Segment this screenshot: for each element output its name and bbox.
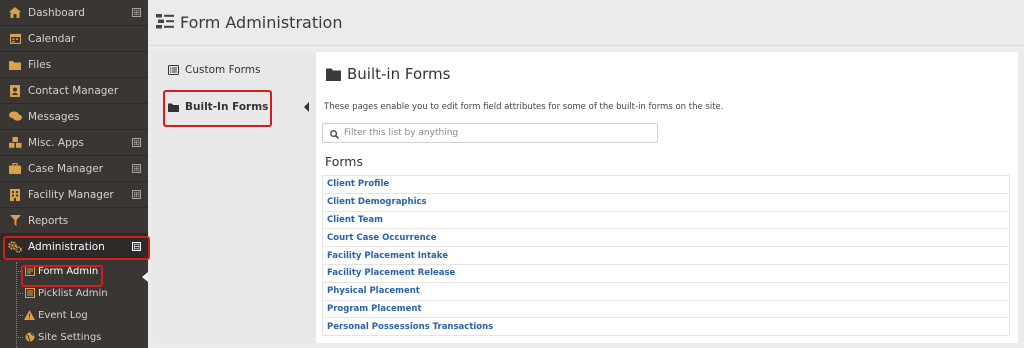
section-title: Built-in Forms <box>326 65 450 83</box>
home-icon <box>8 6 22 20</box>
forms-heading: Forms <box>325 154 364 169</box>
list-item: Program Placement <box>322 300 1010 319</box>
sidebar-subitem-label: Event Log <box>38 309 88 321</box>
form-link-program-placement[interactable]: Program Placement <box>327 304 422 314</box>
page-header: Form Administration <box>148 0 1024 46</box>
page-title: Form Administration <box>180 13 343 32</box>
cubes-icon <box>8 136 22 150</box>
expand-icon[interactable]: ⊞ <box>132 190 141 199</box>
sidebar-subitem-event-log[interactable]: Event Log <box>0 304 148 326</box>
form-link-client-team[interactable]: Client Team <box>327 215 383 225</box>
vertical-tabs: Custom Forms Built-In Forms <box>153 52 316 343</box>
sidebar-item-case-manager[interactable]: Case Manager ⊞ <box>0 156 148 182</box>
folder-icon <box>8 58 22 72</box>
sidebar-subitem-label: Picklist Admin <box>38 287 108 299</box>
sidebar-item-label: Files <box>28 58 52 71</box>
sidebar-subitem-site-settings[interactable]: Site Settings <box>0 326 148 348</box>
sidebar-item-messages[interactable]: Messages <box>0 104 148 130</box>
comments-icon <box>8 110 22 124</box>
list-item: Facility Placement Intake <box>322 247 1010 265</box>
calendar-icon <box>8 32 22 46</box>
highlight-box <box>163 90 272 127</box>
form-link-client-demographics[interactable]: Client Demographics <box>327 197 427 207</box>
building-icon <box>8 188 22 202</box>
form-link-client-profile[interactable]: Client Profile <box>327 179 389 189</box>
tab-label: Custom Forms <box>185 64 261 76</box>
warning-icon <box>24 310 35 321</box>
sidebar-subitem-label: Site Settings <box>38 331 102 343</box>
globe-icon <box>24 332 35 343</box>
sidebar-item-contact-manager[interactable]: Contact Manager <box>0 78 148 104</box>
sidebar-item-label: Contact Manager <box>28 84 119 97</box>
highlight-box <box>21 265 103 287</box>
expand-icon[interactable]: ⊞ <box>132 164 141 173</box>
form-link-facility-placement-release[interactable]: Facility Placement Release <box>327 268 455 278</box>
tab-custom-forms[interactable]: Custom Forms <box>153 52 316 88</box>
address-book-icon <box>8 84 22 98</box>
expand-icon[interactable]: ⊞ <box>132 138 141 147</box>
folder-icon <box>326 67 341 81</box>
section-title-text: Built-in Forms <box>347 65 451 83</box>
filter-icon <box>8 214 22 228</box>
sidebar-item-misc-apps[interactable]: Misc. Apps ⊞ <box>0 130 148 156</box>
search-icon <box>330 124 340 143</box>
sidebar: Dashboard ⊞ Calendar Files Contact Manag… <box>0 0 148 348</box>
list-alt-icon <box>167 64 179 76</box>
form-admin-icon <box>156 13 174 33</box>
list-item: Facility Placement Release <box>322 264 1010 283</box>
description-text: These pages enable you to edit form fiel… <box>324 102 724 112</box>
filter-field[interactable] <box>322 123 658 143</box>
list-item: Court Case Occurrence <box>322 229 1010 248</box>
sidebar-item-label: Reports <box>28 214 69 227</box>
filter-input[interactable] <box>344 128 644 138</box>
sidebar-item-facility-manager[interactable]: Facility Manager ⊞ <box>0 182 148 208</box>
sidebar-item-dashboard[interactable]: Dashboard ⊞ <box>0 0 148 26</box>
content-panel: Custom Forms Built-In Forms Built-in For… <box>153 52 1018 343</box>
sidebar-item-reports[interactable]: Reports <box>0 208 148 234</box>
sidebar-item-label: Messages <box>28 110 80 123</box>
sidebar-item-label: Facility Manager <box>28 188 114 201</box>
list-item: Client Demographics <box>322 193 1010 212</box>
list-item: Personal Possessions Transactions <box>322 318 1010 337</box>
list-item: Client Team <box>322 211 1010 230</box>
main-content: Built-in Forms These pages enable you to… <box>316 52 1018 343</box>
expand-icon[interactable]: ⊞ <box>132 8 141 17</box>
selected-tab-caret <box>304 102 309 112</box>
sidebar-item-label: Case Manager <box>28 162 104 175</box>
briefcase-icon <box>8 162 22 176</box>
sidebar-item-label: Dashboard <box>28 6 85 19</box>
active-indicator-caret <box>142 272 148 282</box>
form-link-facility-placement-intake[interactable]: Facility Placement Intake <box>327 251 448 261</box>
sidebar-item-label: Misc. Apps <box>28 136 84 149</box>
list-icon <box>24 288 35 299</box>
form-link-court-case-occurrence[interactable]: Court Case Occurrence <box>327 233 436 243</box>
form-link-personal-possessions-transactions[interactable]: Personal Possessions Transactions <box>327 322 493 332</box>
highlight-box <box>3 236 150 260</box>
sidebar-item-label: Calendar <box>28 32 76 45</box>
list-item: Client Profile <box>322 176 1010 194</box>
forms-list: Client Profile Client Demographics Clien… <box>322 175 1010 337</box>
list-item: Physical Placement <box>322 282 1010 301</box>
sidebar-item-calendar[interactable]: Calendar <box>0 26 148 52</box>
form-link-physical-placement[interactable]: Physical Placement <box>327 286 420 296</box>
sidebar-item-files[interactable]: Files <box>0 52 148 78</box>
